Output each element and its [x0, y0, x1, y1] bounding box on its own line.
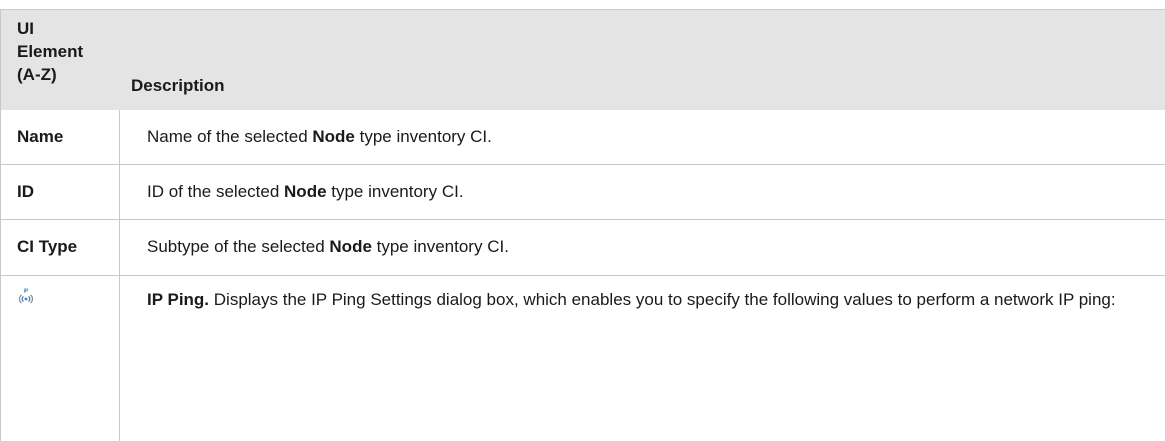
- description-cell: ID of the selected Node type inventory C…: [120, 165, 1165, 219]
- description-text: Name of the selected: [147, 127, 313, 146]
- ip-ping-icon: IP: [17, 287, 35, 305]
- description-bold: Node: [312, 127, 355, 146]
- table-row: CI Type Subtype of the selected Node typ…: [0, 220, 1165, 276]
- header-description: Description: [131, 76, 225, 95]
- element-cell: ID: [0, 165, 120, 219]
- description-bold: IP Ping.: [147, 290, 210, 309]
- element-ci-type-label: CI Type: [17, 237, 78, 256]
- description-cell: Name of the selected Node type inventory…: [120, 110, 1165, 164]
- header-ui-element-line2: Element: [17, 42, 84, 61]
- header-ui-element: UI Element (A-Z): [0, 10, 120, 110]
- description-text: ID of the selected: [147, 182, 285, 201]
- description-cell: Subtype of the selected Node type invent…: [120, 220, 1165, 275]
- table-row: ID ID of the selected Node type inventor…: [0, 165, 1165, 220]
- header-ui-element-line1: UI: [17, 19, 34, 38]
- header-ui-element-line3: (A-Z): [17, 65, 57, 84]
- element-cell: CI Type: [0, 220, 120, 275]
- description-text: Subtype of the selected: [147, 237, 330, 256]
- description-cell: IP Ping. Displays the IP Ping Settings d…: [120, 276, 1165, 441]
- element-name-label: Name: [17, 127, 64, 146]
- description-text: Displays the IP Ping Settings dialog box…: [209, 290, 1116, 309]
- table-row: Name Name of the selected Node type inve…: [0, 110, 1165, 165]
- description-text: type inventory CI.: [371, 237, 509, 256]
- table-header-row: UI Element (A-Z) Description: [0, 9, 1165, 110]
- description-bold: Node: [284, 182, 327, 201]
- description-bold: Node: [329, 237, 372, 256]
- element-cell: Name: [0, 110, 120, 164]
- ui-elements-table: UI Element (A-Z) Description Name Name o…: [0, 9, 1165, 441]
- ip-ping-icon-label: IP: [24, 289, 29, 295]
- table-row: IP IP Ping. Displays the IP Ping Setting…: [0, 276, 1165, 441]
- description-text: type inventory CI.: [326, 182, 464, 201]
- element-id-label: ID: [17, 182, 34, 201]
- description-text: type inventory CI.: [354, 127, 492, 146]
- element-cell: IP: [0, 276, 120, 441]
